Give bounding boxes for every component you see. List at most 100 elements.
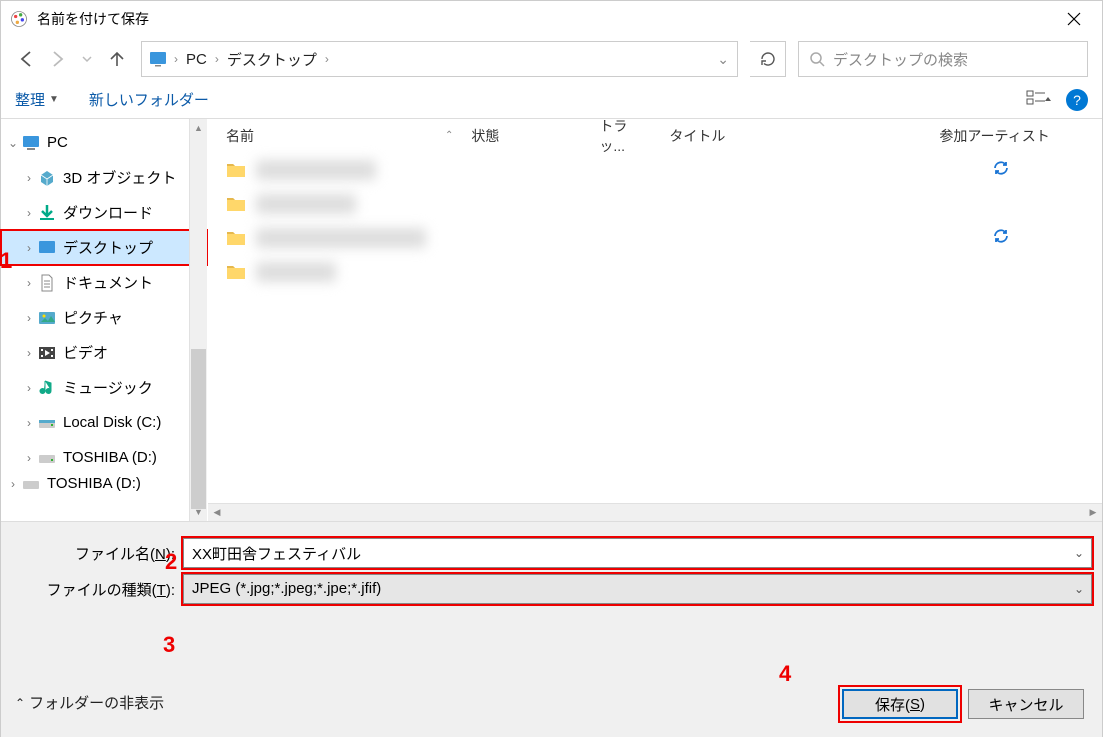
tree-item-documents[interactable]: › ドキュメント [1,265,207,300]
organize-menu[interactable]: 整理▼ [15,89,59,110]
file-list[interactable] [208,153,1102,289]
expander-icon[interactable]: › [21,381,37,395]
drive-icon [37,448,57,468]
scroll-down-arrow[interactable]: ▼ [190,503,207,521]
tree-item-music[interactable]: › ミュージック [1,370,207,405]
breadcrumb-pc[interactable]: PC [180,51,213,68]
help-button[interactable]: ? [1066,89,1088,111]
column-title[interactable]: タイトル [651,126,921,146]
cancel-button[interactable]: キャンセル [968,689,1084,719]
sync-status-icon [974,227,1102,249]
expander-icon[interactable]: › [21,451,37,465]
close-button[interactable] [1054,1,1094,37]
videos-icon [37,343,57,363]
search-placeholder: デスクトップの検索 [833,49,968,70]
column-track[interactable]: トラッ... [581,116,651,156]
up-button[interactable] [105,47,129,71]
list-item[interactable] [208,187,1102,221]
scroll-up-arrow[interactable]: ▲ [190,119,207,137]
view-options-button[interactable] [1026,89,1052,111]
drive-icon [21,475,41,492]
expander-icon[interactable]: ⌄ [5,136,21,150]
blurred-filename [256,228,426,248]
breadcrumb[interactable]: › PC › デスクトップ › ⌄ [141,41,738,77]
filename-label: ファイル名(N): [11,543,183,564]
list-item[interactable] [208,153,1102,187]
folder-icon [226,229,246,247]
scroll-thumb[interactable] [191,349,206,509]
chevron-down-icon[interactable]: ⌄ [715,51,731,68]
expander-icon[interactable]: › [21,311,37,325]
sort-indicator-icon: ⌃ [445,130,453,141]
documents-icon [37,273,57,293]
tree-item-pictures[interactable]: › ピクチャ [1,300,207,335]
tree-item-videos[interactable]: › ビデオ [1,335,207,370]
expander-icon[interactable]: › [21,171,37,185]
list-item[interactable] [208,221,1102,255]
music-icon [37,378,57,398]
tree-item-desktop[interactable]: › デスクトップ [1,230,207,265]
3d-objects-icon [37,168,57,188]
back-button[interactable] [15,47,39,71]
recent-dropdown[interactable] [75,47,99,71]
chevron-right-icon[interactable]: › [172,52,180,66]
navigation-toolbar: › PC › デスクトップ › ⌄ デスクトップの検索 [1,37,1102,81]
expander-icon[interactable]: › [5,477,21,491]
tree-item-drive-c[interactable]: › Local Disk (C:) [1,405,207,440]
save-button[interactable]: 保存(S) [842,689,958,719]
downloads-icon [37,203,57,223]
command-bar: 整理▼ 新しいフォルダー ? [1,81,1102,119]
blurred-filename [256,160,376,180]
chevron-right-icon[interactable]: › [323,52,331,66]
column-artist[interactable]: 参加アーティスト [921,126,1049,146]
scroll-left-arrow[interactable]: ◀ [208,504,226,522]
chevron-down-icon: ▼ [49,94,59,105]
refresh-button[interactable] [750,41,786,77]
horizontal-scrollbar[interactable]: ◀ ▶ [208,503,1102,521]
column-name[interactable]: 名前 [208,126,453,146]
folder-icon [226,195,246,213]
hide-folders-button[interactable]: ⌃ フォルダーの非表示 [15,692,164,713]
drive-icon [37,413,57,433]
desktop-icon [148,49,168,69]
file-list-area: 名前 ⌃ 状態 トラッ... タイトル 参加アーティスト [208,119,1102,521]
tree-item-drive-d[interactable]: › TOSHIBA (D:) [1,440,207,475]
expander-icon[interactable]: › [21,346,37,360]
column-state[interactable]: 状態 [453,126,581,146]
filename-input[interactable] [183,538,1092,568]
forward-button[interactable] [45,47,69,71]
chevron-up-icon: ⌃ [15,696,25,710]
expander-icon[interactable]: › [21,416,37,430]
pictures-icon [37,308,57,328]
new-folder-button[interactable]: 新しいフォルダー [89,89,209,110]
folder-tree[interactable]: ⌄ PC › 3D オブジェクト › ダウンロード › デスクトップ › ドキュ… [1,119,208,521]
folder-icon [226,263,246,281]
column-headers[interactable]: 名前 ⌃ 状態 トラッ... タイトル 参加アーティスト [208,119,1102,153]
folder-icon [226,161,246,179]
expander-icon[interactable]: › [21,206,37,220]
chevron-right-icon[interactable]: › [213,52,221,66]
sync-status-icon [974,159,1102,181]
tree-scrollbar[interactable]: ▲ ▼ [189,119,207,521]
expander-icon[interactable]: › [21,241,37,255]
search-icon [809,51,825,67]
search-input[interactable]: デスクトップの検索 [798,41,1088,77]
blurred-filename [256,262,336,282]
tree-item-pc[interactable]: ⌄ PC [1,125,207,160]
titlebar: 名前を付けて保存 [1,1,1102,37]
blurred-filename [256,194,356,214]
save-panel: ファイル名(N): ⌄ ファイルの種類(T): JPEG (*.jpg;*.jp… [1,521,1102,737]
breadcrumb-desktop[interactable]: デスクトップ [221,49,323,70]
paint-app-icon [9,9,29,29]
scroll-right-arrow[interactable]: ▶ [1084,504,1102,522]
tree-item-drive-d2[interactable]: › TOSHIBA (D:) [1,475,207,492]
filetype-dropdown[interactable]: JPEG (*.jpg;*.jpeg;*.jpe;*.jfif) [183,574,1092,604]
tree-item-3d[interactable]: › 3D オブジェクト [1,160,207,195]
window-title: 名前を付けて保存 [37,9,1054,29]
list-item[interactable] [208,255,1102,289]
tree-item-downloads[interactable]: › ダウンロード [1,195,207,230]
pc-icon [21,133,41,153]
main-area: ⌄ PC › 3D オブジェクト › ダウンロード › デスクトップ › ドキュ… [1,119,1102,521]
desktop-icon [37,238,57,258]
expander-icon[interactable]: › [21,276,37,290]
